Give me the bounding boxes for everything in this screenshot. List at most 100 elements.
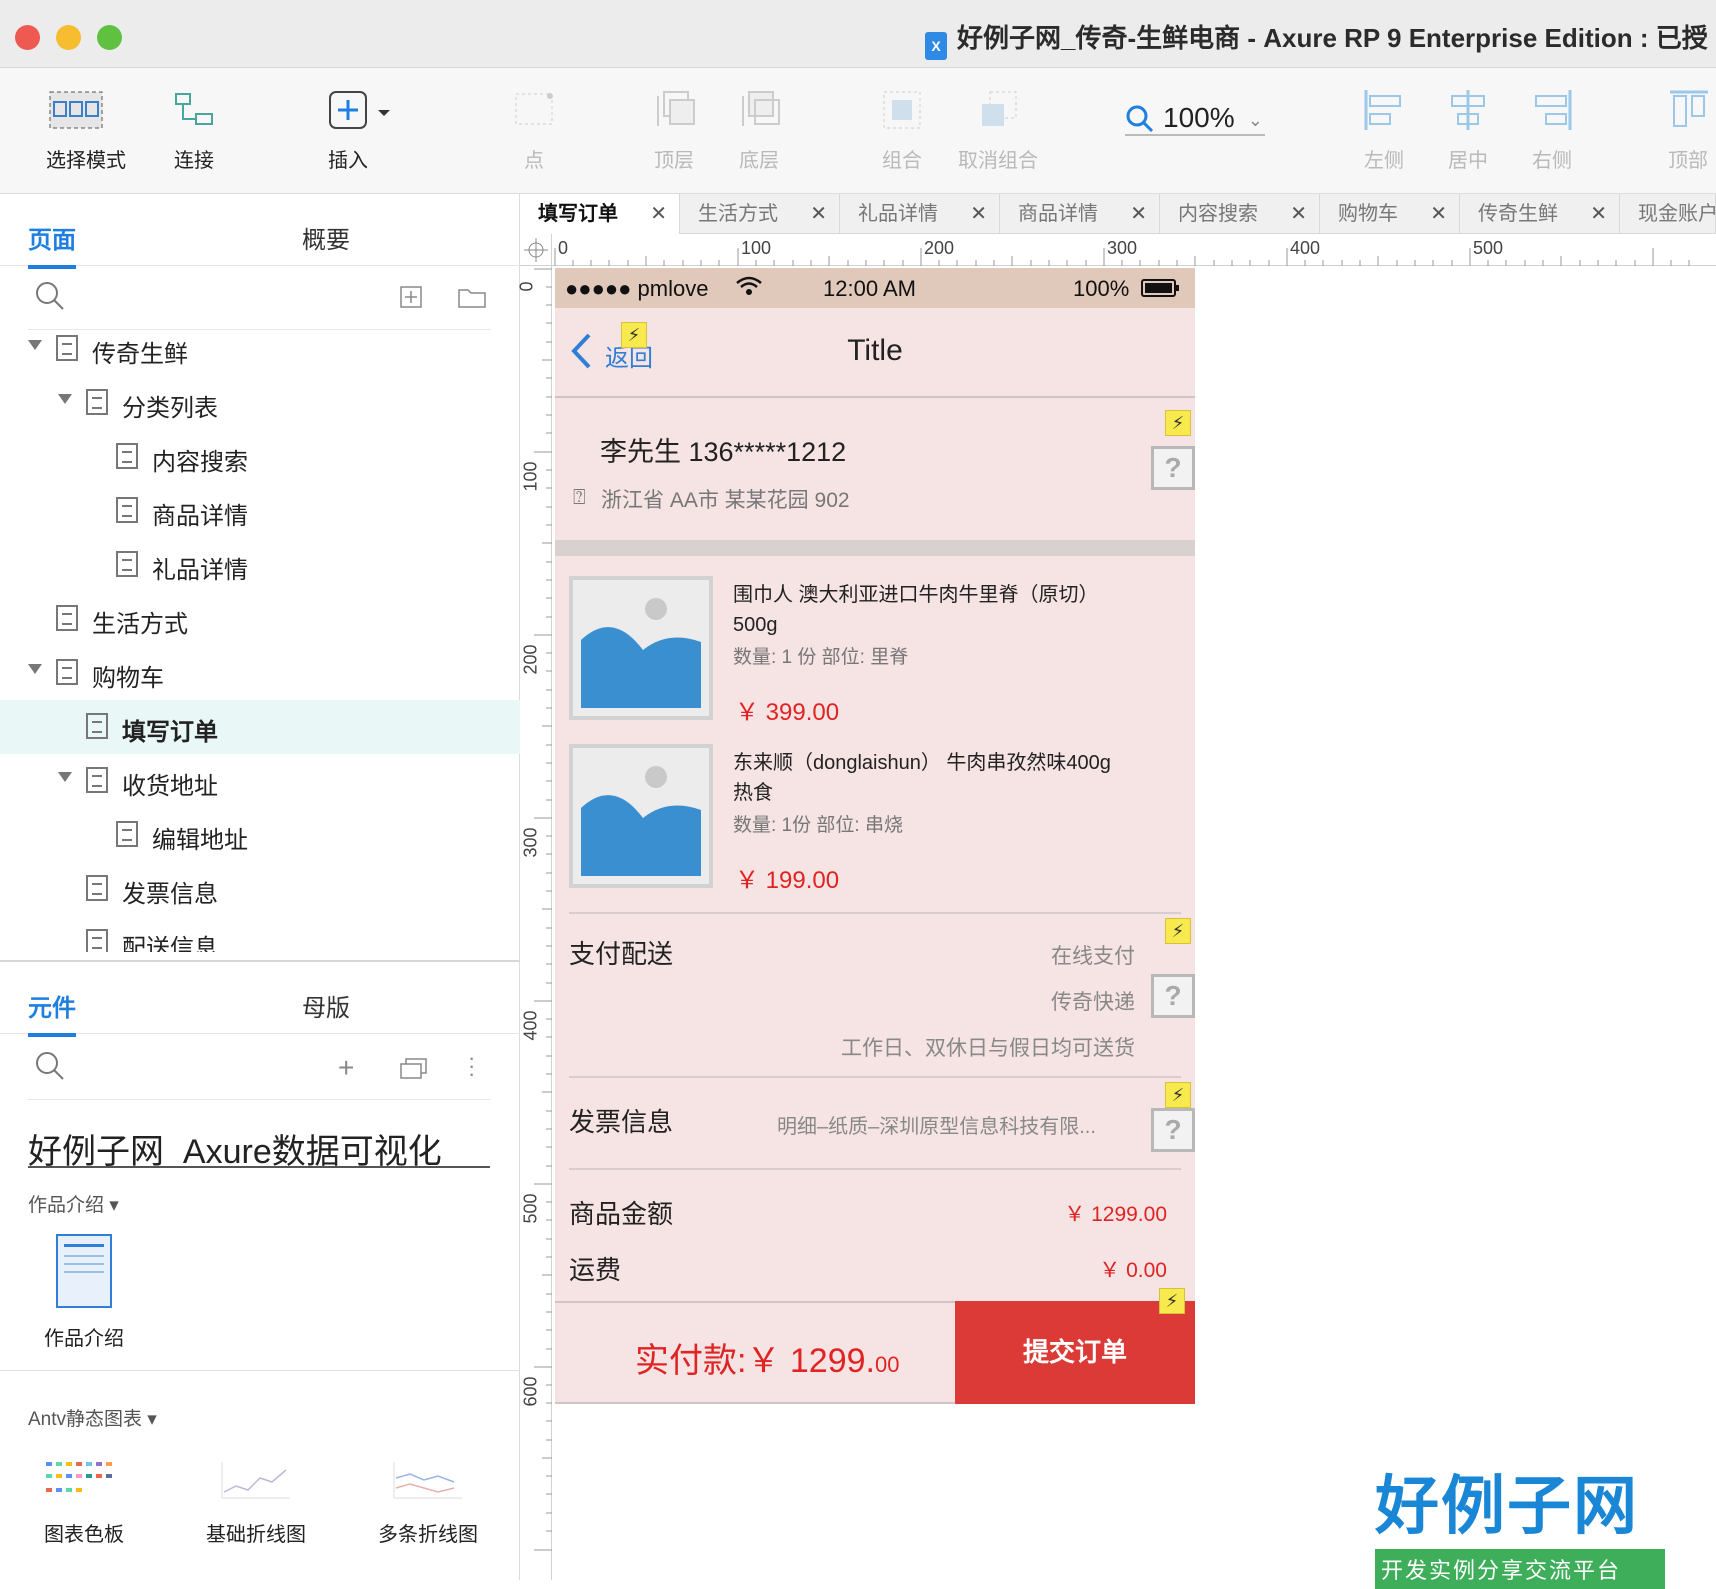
page-tree-item[interactable]: 发票信息 (0, 862, 520, 916)
delivery-courier: 传奇快递 (1051, 991, 1135, 1014)
align-center-button[interactable]: 居中 (1444, 86, 1492, 173)
add-folder-icon[interactable] (458, 286, 486, 313)
expand-arrow-icon[interactable] (28, 340, 42, 350)
page-tree-item[interactable]: 生活方式 (0, 592, 520, 646)
widget-section-header[interactable]: 作品介绍 ▾ (28, 1190, 119, 1217)
interaction-lightning-icon: ⚡ (1159, 1288, 1185, 1314)
help-placeholder-icon: ? (1151, 1108, 1195, 1152)
close-tab-icon[interactable]: ✕ (1590, 194, 1607, 234)
page-tree-item[interactable]: 礼品详情 (0, 538, 520, 592)
align-left-icon (1360, 86, 1408, 134)
invoice-label: 发票信息 (569, 1107, 674, 1137)
product-image-placeholder (569, 576, 713, 720)
tab-legend-fresh[interactable]: 传奇生鲜 ✕ (1460, 194, 1620, 234)
page-tree-item[interactable]: 编辑地址 (0, 808, 520, 862)
widget-thumbnail[interactable] (56, 1234, 112, 1308)
close-tab-icon[interactable]: ✕ (970, 194, 987, 234)
close-tab-icon[interactable]: ✕ (1290, 194, 1307, 234)
tab-outline[interactable]: 概要 (302, 220, 350, 255)
tab-lifestyle[interactable]: 生活方式 ✕ (680, 194, 840, 234)
page-tree-label: 分类列表 (122, 395, 218, 422)
tab-cash-account[interactable]: 现金账户 (1620, 194, 1716, 234)
align-center-label: 居中 (1448, 150, 1488, 172)
page-tree-item[interactable]: 收货地址 (0, 754, 520, 808)
insert-button[interactable]: 插入 (324, 86, 390, 173)
align-top-label: 顶部 (1668, 150, 1708, 172)
widget-section-header[interactable]: Antv静态图表 ▾ (28, 1404, 157, 1431)
invoice-value: 明细–纸质–深圳原型信息科技有限... (777, 1116, 1096, 1138)
interaction-lightning-icon: ⚡ (1165, 410, 1191, 436)
point-button[interactable]: 点 (510, 86, 558, 173)
tab-product-detail[interactable]: 商品详情 ✕ (1000, 194, 1160, 234)
goods-amount-value: ￥ 1299.00 (1064, 1203, 1167, 1226)
basic-line-chart-thumbnail[interactable] (218, 1458, 294, 1504)
bring-to-front-button[interactable]: 顶层 (650, 86, 698, 173)
close-tab-icon[interactable]: ✕ (1430, 194, 1447, 234)
search-icon[interactable] (34, 280, 66, 317)
close-window-button[interactable] (15, 25, 40, 50)
select-mode-button[interactable]: 选择模式 (26, 86, 126, 173)
submit-order-button[interactable]: 提交订单 (955, 1301, 1195, 1404)
widget-label: 作品介绍 (44, 1328, 124, 1350)
group-button[interactable]: 组合 (878, 86, 926, 173)
phone-prototype: ●●●●● pmlove 12:00 AM 100% 返回 ⚡ Title ⚡ … (555, 268, 1195, 1404)
page-tree-item[interactable]: 内容搜索 (0, 430, 520, 484)
left-panel: 页面 概要 传奇生鲜 分类列表 内容搜索 商品详情 礼品详情 生活方式 购物车 (0, 194, 520, 1580)
page-icon (86, 389, 108, 415)
vertical-ruler: 0 100 200 300 400 500 600 (517, 266, 552, 1580)
tab-cart[interactable]: 购物车 ✕ (1320, 194, 1460, 234)
page-tree-item[interactable]: 配送信息 (0, 916, 520, 952)
tab-widgets[interactable]: 元件 (28, 988, 76, 1037)
add-library-icon[interactable]: + (338, 1052, 354, 1084)
align-right-button[interactable]: 右侧 (1528, 86, 1576, 173)
page-icon (86, 713, 108, 739)
page-tree-item[interactable]: 分类列表 (0, 376, 520, 430)
page-tree-item[interactable]: 商品详情 (0, 484, 520, 538)
expand-arrow-icon[interactable] (58, 772, 72, 782)
search-icon[interactable] (34, 1050, 66, 1087)
tab-gift-detail[interactable]: 礼品详情 ✕ (840, 194, 1000, 234)
minimize-window-button[interactable] (56, 25, 81, 50)
close-tab-icon[interactable]: ✕ (810, 194, 827, 234)
multi-line-chart-thumbnail[interactable] (390, 1458, 466, 1504)
connect-button[interactable]: 连接 (170, 86, 218, 173)
align-top-button[interactable]: 顶部 (1668, 86, 1708, 173)
page-tree-item-selected[interactable]: 填写订单 (0, 700, 520, 754)
tab-pages[interactable]: 页面 (28, 220, 76, 269)
help-placeholder-icon: ? (1151, 974, 1195, 1018)
horizontal-ruler: 0 100 200 300 400 500 (552, 234, 1716, 266)
close-tab-icon[interactable]: ✕ (650, 194, 667, 234)
chart-palette-thumbnail[interactable] (44, 1458, 120, 1504)
page-icon (56, 335, 78, 361)
align-top-icon (1668, 86, 1708, 134)
expand-arrow-icon[interactable] (28, 664, 42, 674)
interaction-lightning-icon: ⚡ (1165, 918, 1191, 944)
ungroup-button[interactable]: 取消组合 (958, 86, 1038, 173)
zoom-select[interactable]: 100% ⌄ (1125, 102, 1265, 136)
tab-fill-order[interactable]: 填写订单 ✕ (520, 194, 680, 234)
watermark-logo: 好例子网 开发实例分享交流平台 (1375, 1455, 1665, 1589)
zoom-window-button[interactable] (97, 25, 122, 50)
library-select[interactable]: 好例子网_Axure数据可视化 (28, 1124, 490, 1168)
page-tree-item[interactable]: 购物车 (0, 646, 520, 700)
close-tab-icon[interactable]: ✕ (1130, 194, 1147, 234)
product-meta: 数量: 1 份 部位: 里脊 (733, 647, 909, 668)
more-options-icon[interactable]: · · · (468, 1047, 475, 1085)
select-mode-label: 选择模式 (46, 150, 126, 172)
delivery-schedule: 工作日、双休日与假日均可送货 (841, 1037, 1135, 1060)
product-image-placeholder (569, 744, 713, 888)
tab-content-search[interactable]: 内容搜索 ✕ (1160, 194, 1320, 234)
tab-masters[interactable]: 母版 (302, 988, 350, 1023)
send-to-back-button[interactable]: 底层 (735, 86, 783, 173)
ruler-origin-icon[interactable] (520, 234, 552, 266)
expand-arrow-icon[interactable] (58, 394, 72, 404)
ruler-label: 400 (1290, 238, 1321, 258)
page-tree-item[interactable]: 传奇生鲜 (0, 322, 520, 376)
shipping-value: ￥ 0.00 (1099, 1259, 1167, 1282)
carrier-label: ●●●●● pmlove (565, 276, 709, 301)
library-copy-icon[interactable] (400, 1056, 428, 1085)
ruler-label: 0 (558, 238, 569, 258)
add-page-icon[interactable] (400, 286, 422, 313)
product-name: 围巾人 澳大利亚进口牛肉牛里脊（原切）500g (733, 584, 1089, 636)
align-left-button[interactable]: 左侧 (1360, 86, 1408, 173)
